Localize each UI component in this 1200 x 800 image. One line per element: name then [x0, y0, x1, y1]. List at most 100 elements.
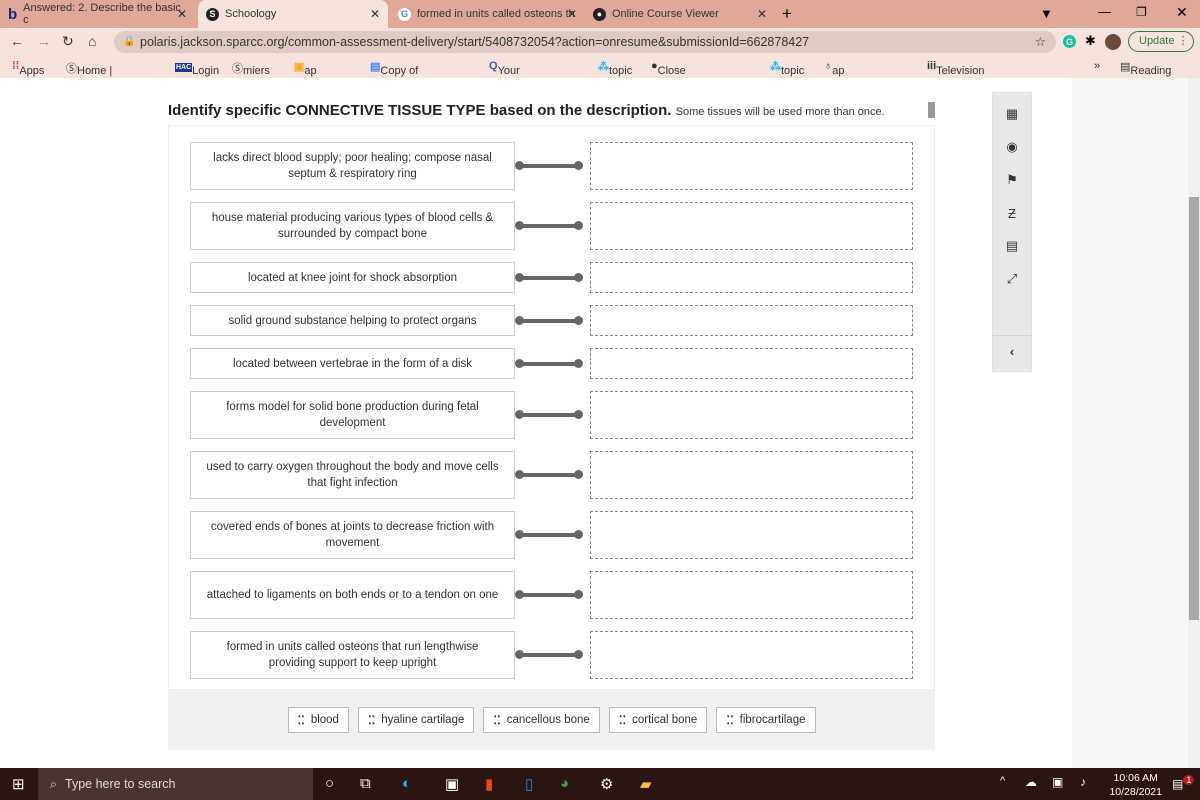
choice-cortical-bone[interactable]: ⁚⁚ cortical bone	[608, 707, 708, 733]
clock[interactable]: 10:06 AM 10/28/2021	[1109, 771, 1162, 799]
choice-blood[interactable]: ⁚⁚ blood	[287, 707, 349, 733]
bookmark-topic[interactable]: ⁂ topic	[598, 60, 632, 77]
drop-zone[interactable]	[590, 571, 913, 619]
app-icon[interactable]: ▯	[525, 775, 533, 793]
flag-icon[interactable]: ⚑	[993, 168, 1031, 192]
restore-button[interactable]: ❐	[1136, 5, 1147, 19]
question-title: Identify specific CONNECTIVE TISSUE TYPE…	[168, 102, 885, 119]
drag-handle-icon: ⁚⁚	[726, 715, 734, 727]
taskbar-search[interactable]: ⌕ Type here to search	[38, 768, 313, 800]
tray-chevron-icon[interactable]: ^	[1000, 775, 1005, 787]
windows-start-icon[interactable]: ⊞	[12, 775, 25, 793]
close-tab-icon[interactable]: ✕	[177, 7, 187, 21]
bookmark-miers[interactable]: Ⓢ miers 2	[232, 60, 270, 89]
tab-schoology[interactable]: S Schoology ✕	[198, 0, 388, 28]
bookmark-star-icon[interactable]: ☆	[1035, 31, 1046, 53]
task-view-icon[interactable]: ⧉	[360, 775, 371, 792]
grammarly-icon[interactable]: G	[1063, 35, 1076, 48]
prompt: lacks direct blood supply; poor healing;…	[190, 142, 515, 190]
answer-bank: ⁚⁚ blood ⁚⁚ hyaline cartilage ⁚⁚ cancellous…	[168, 690, 935, 750]
reading-list-button[interactable]: ▤ Reading list	[1120, 60, 1171, 89]
bookmark-quizlet[interactable]: Q Your Sets | Quizlet	[489, 60, 532, 101]
page-scrollbar[interactable]	[1188, 78, 1200, 768]
minimize-button[interactable]: —	[1098, 4, 1111, 19]
connector	[515, 590, 583, 599]
close-tab-icon[interactable]: ✕	[370, 7, 380, 21]
bookmark-topic-2[interactable]: ⁂ topic	[770, 60, 804, 77]
drop-zone[interactable]	[590, 202, 913, 250]
cortana-icon[interactable]: ○	[325, 775, 334, 792]
drop-zone[interactable]	[590, 142, 913, 190]
tab-bartleby[interactable]: b Answered: 2. Describe the basic c ✕	[0, 0, 195, 28]
prompt: covered ends of bones at joints to decre…	[190, 511, 515, 559]
bookmark-television[interactable]: iii Television Advertisi...	[927, 60, 988, 89]
apps-grid-icon: ⁞⁞	[12, 60, 20, 72]
match-row: covered ends of bones at joints to decre…	[190, 511, 915, 559]
edge-icon[interactable]: ◐	[402, 775, 411, 792]
page-content: Identify specific CONNECTIVE TISSUE TYPE…	[0, 78, 1200, 768]
choice-fibrocartilage[interactable]: ⁚⁚ fibrocartilage	[716, 707, 816, 733]
file-explorer-icon[interactable]: ▰	[640, 775, 652, 793]
new-tab-button[interactable]: +	[782, 4, 792, 24]
bookmarks-bar: ⁞⁞ Apps Ⓢ Home | Schoology HAC Login Ⓢ m…	[0, 55, 1200, 101]
onedrive-icon[interactable]: ☁	[1025, 775, 1037, 789]
prompt: house material producing various types o…	[190, 202, 515, 250]
profile-dropdown-icon[interactable]: ▼	[1040, 6, 1053, 21]
bookmark-login[interactable]: HAC Login	[175, 60, 219, 77]
drop-zone[interactable]	[590, 305, 913, 336]
prompt: forms model for solid bone production du…	[190, 391, 515, 439]
tab-google[interactable]: Gformed in units called osteons th ✕	[390, 0, 585, 28]
drop-zone[interactable]	[590, 262, 913, 293]
chrome-icon[interactable]: ◕	[560, 775, 569, 792]
eliminate-icon[interactable]: Ƶ	[993, 201, 1031, 225]
match-row: located between vertebrae in the form of…	[190, 348, 915, 379]
pen-icon[interactable]: ♪	[1080, 775, 1086, 789]
drop-zone[interactable]	[590, 348, 913, 379]
accessibility-icon[interactable]: ◉	[993, 135, 1031, 159]
match-row: forms model for solid bone production du…	[190, 391, 915, 439]
connector	[515, 358, 583, 368]
google-icon: G	[398, 7, 411, 21]
bookmark-copy-morgan[interactable]: ▤ Copy of Morgan_A...	[370, 60, 440, 89]
scrollbar-thumb[interactable]	[1189, 197, 1199, 620]
settings-icon[interactable]: ⚙	[600, 775, 613, 793]
drop-zone[interactable]	[590, 631, 913, 679]
drop-zone[interactable]	[590, 451, 913, 499]
reload-icon[interactable]: ↻	[62, 33, 74, 50]
drop-zone[interactable]	[590, 511, 913, 559]
bookmark-ap-google[interactable]: ▣ ap google	[294, 60, 337, 89]
more-bookmarks-icon[interactable]: »	[1094, 60, 1100, 72]
extensions-icon[interactable]: ✱	[1085, 33, 1096, 49]
tray-app-icon[interactable]: ▣	[1052, 775, 1063, 789]
office-icon[interactable]: ▮	[485, 775, 493, 793]
notifications-icon[interactable]: ▤ 1	[1172, 775, 1195, 791]
bookmark-apps[interactable]: ⁞⁞ Apps	[12, 60, 44, 77]
bartleby-icon: b	[8, 5, 18, 23]
choice-cancellous-bone[interactable]: ⁚⁚ cancellous bone	[483, 707, 600, 733]
close-window-button[interactable]: ✕	[1176, 4, 1188, 21]
calendar-icon[interactable]: ▦	[993, 102, 1031, 126]
prompt: attached to ligaments on both ends or to…	[190, 571, 515, 619]
taskbar: ⊞ ⌕ Type here to search ○ ⧉ ◐ ▣ ▮ ▯ ◕ ⚙ ▰…	[0, 768, 1200, 800]
url-input[interactable]: 🔒 polaris.jackson.sparcc.org/common-asses…	[114, 31, 1056, 53]
back-icon[interactable]: ←	[10, 33, 24, 49]
collapse-chevron-icon[interactable]: ‹	[993, 335, 1031, 367]
avatar[interactable]	[1105, 34, 1121, 50]
bookmark-close-reading[interactable]: ● Close Reading of A...	[651, 60, 699, 101]
notepad-icon[interactable]: ▤	[993, 234, 1031, 258]
fullscreen-icon[interactable]: ⤢	[993, 267, 1031, 291]
close-tab-icon[interactable]: ✕	[567, 7, 577, 21]
tab-online-course-viewer[interactable]: ● Online Course Viewer ✕	[585, 0, 775, 28]
bookmark-home-schoology[interactable]: Ⓢ Home | Schoology	[66, 60, 128, 89]
store-icon[interactable]: ▣	[445, 775, 459, 793]
choice-hyaline-cartilage[interactable]: ⁚⁚ hyaline cartilage	[357, 707, 475, 733]
match-row: used to carry oxygen throughout the body…	[190, 451, 915, 499]
close-tab-icon[interactable]: ✕	[757, 7, 767, 21]
connector	[515, 410, 583, 419]
update-button[interactable]: Update ⋮	[1128, 31, 1194, 52]
home-icon[interactable]: ⌂	[88, 33, 96, 49]
bookmark-ap-college-board[interactable]: ♁ ap college board	[824, 60, 867, 101]
forward-icon[interactable]: →	[37, 33, 51, 49]
drop-zone[interactable]	[590, 391, 913, 439]
scroll-indicator	[928, 102, 935, 118]
